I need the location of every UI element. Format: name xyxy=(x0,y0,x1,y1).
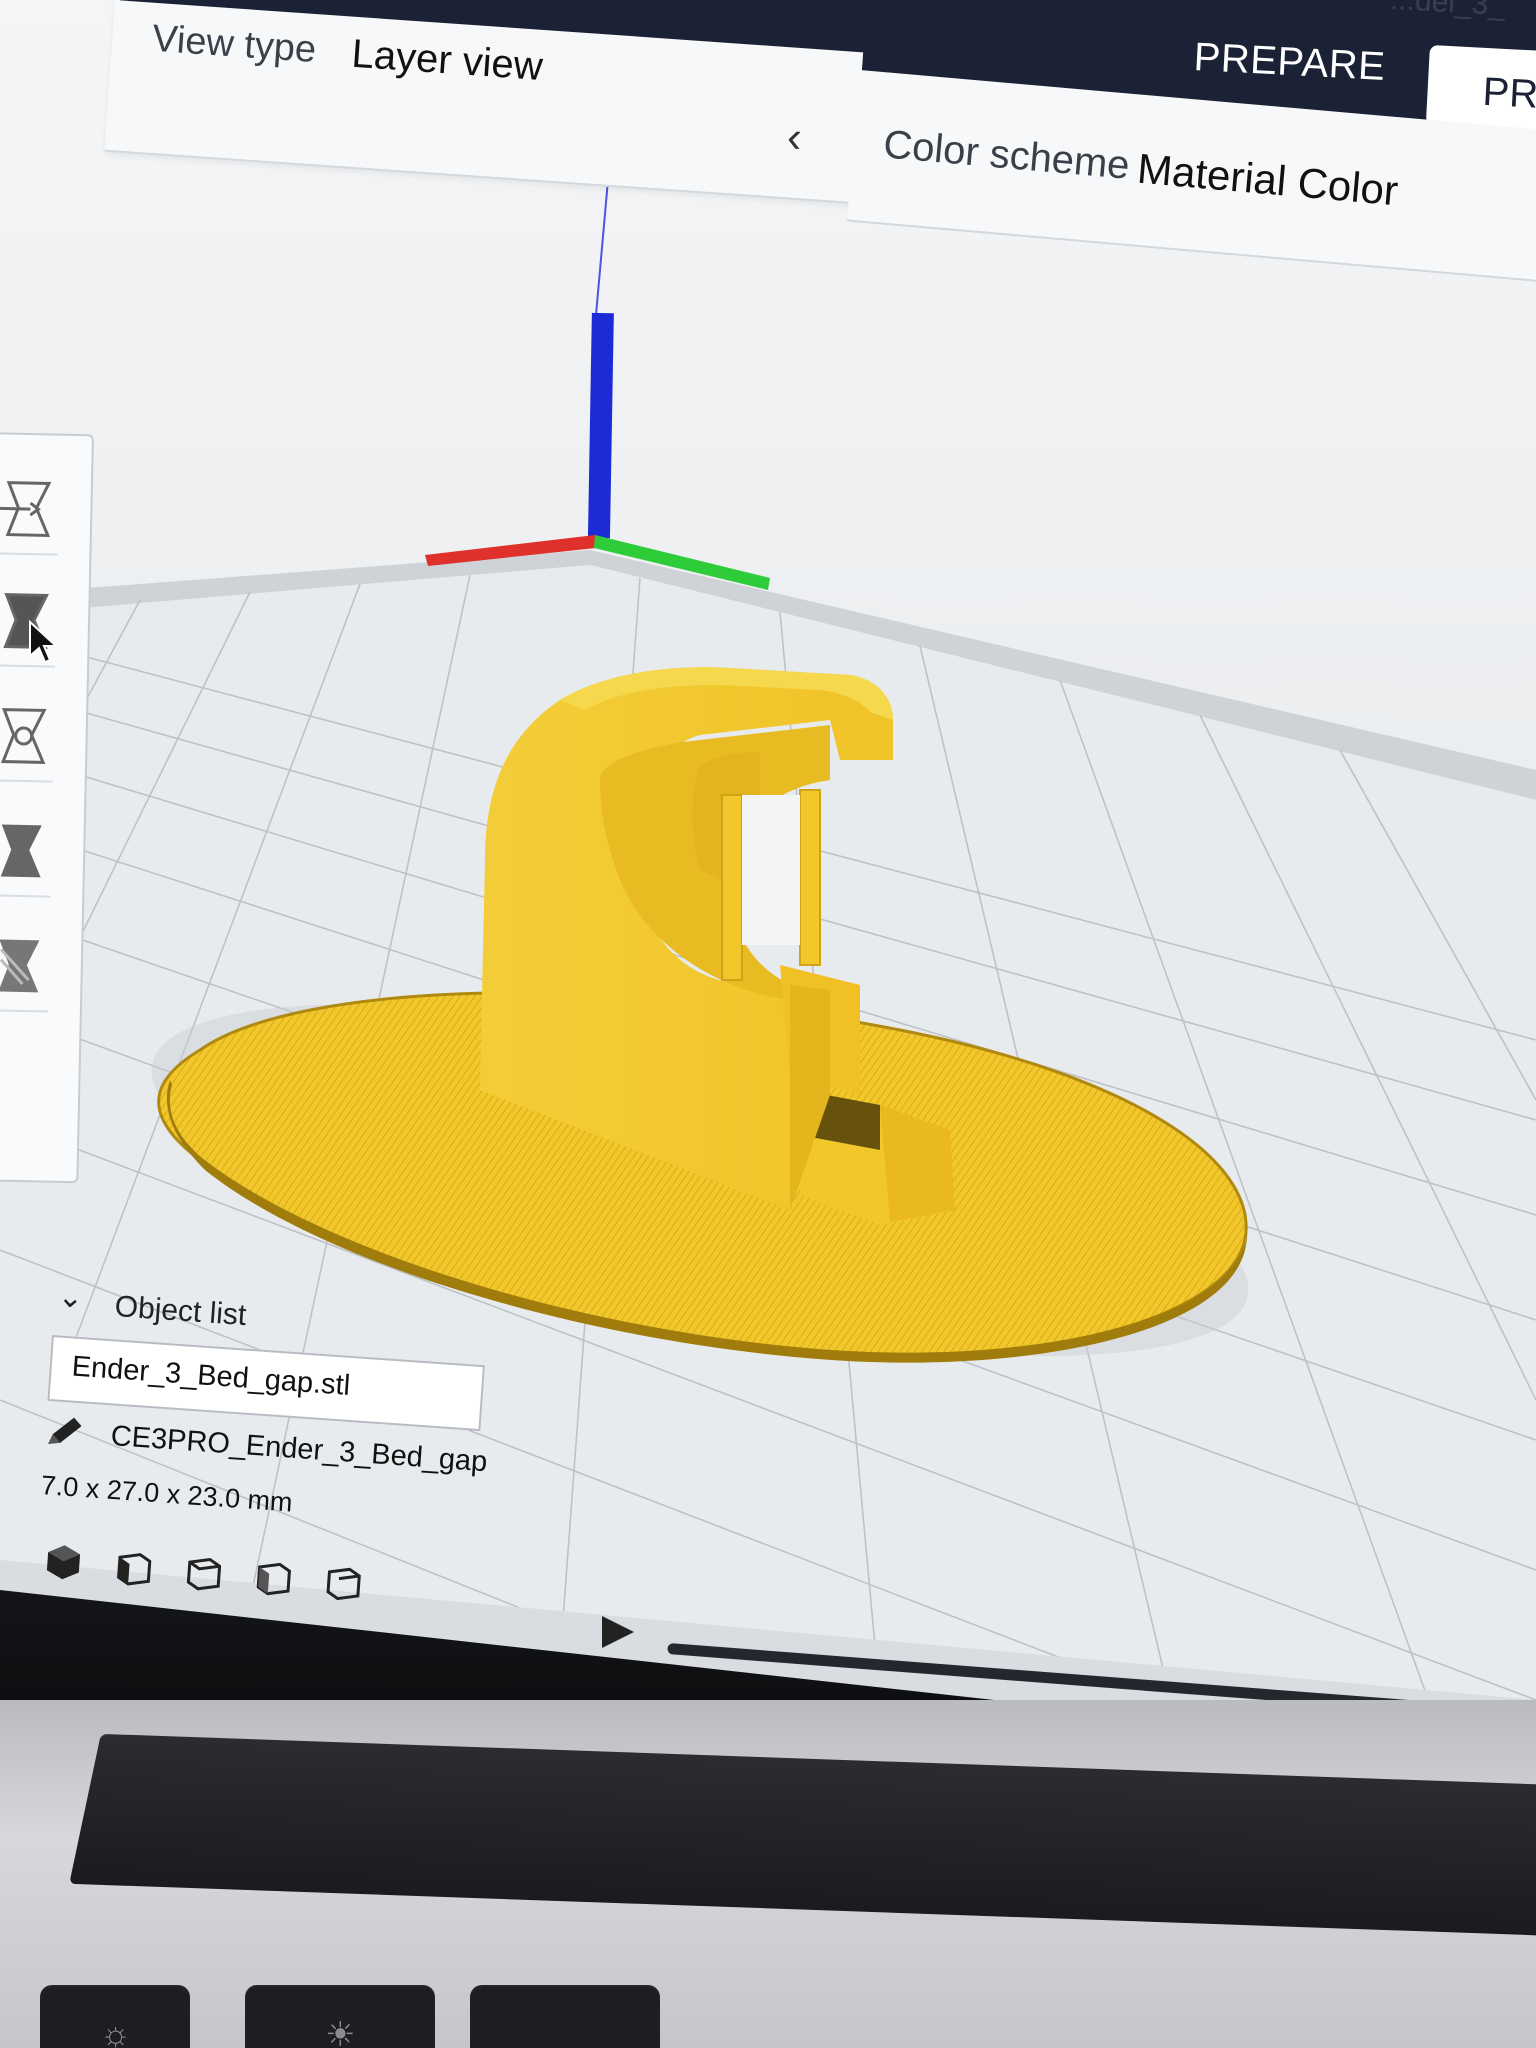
front-view-icon[interactable] xyxy=(112,1545,155,1588)
brightness-icon: ☼ xyxy=(100,2015,132,2048)
z-axis xyxy=(587,312,614,539)
color-scheme-dropdown[interactable]: Material Color xyxy=(1135,145,1400,216)
object-file-name: Ender_3_Bed_gap.stl xyxy=(70,1350,352,1402)
move-tool-icon[interactable] xyxy=(0,452,60,556)
brightness-up-icon: ☀ xyxy=(325,2016,356,2048)
stage-prepare-tab[interactable]: PREPARE xyxy=(1193,35,1387,90)
view-type-dropdown[interactable]: Layer view xyxy=(350,32,544,90)
stage-preview-tab[interactable]: PR xyxy=(1425,45,1536,130)
view-type-label: View type xyxy=(150,17,318,72)
photo-of-laptop-screen: ...del_3_ PREPARE PR View type Layer vie… xyxy=(0,0,1536,2048)
xyz-axes xyxy=(425,179,770,590)
chevron-down-icon[interactable]: ⌄ xyxy=(57,1279,85,1316)
model-post-right xyxy=(799,789,821,966)
color-scheme-label: Color scheme xyxy=(881,122,1132,188)
play-icon[interactable] xyxy=(598,1612,638,1652)
3d-view-icon[interactable] xyxy=(42,1540,85,1583)
rotate-tool-icon[interactable] xyxy=(0,679,55,783)
keyboard-key xyxy=(470,1985,660,2048)
top-view-icon[interactable] xyxy=(182,1550,225,1593)
left-view-icon[interactable] xyxy=(252,1555,295,1598)
z-axis-thin xyxy=(595,179,609,316)
keyboard-key: ☼ xyxy=(40,1985,190,2048)
chevron-left-icon[interactable]: ‹ xyxy=(785,112,803,163)
per-model-settings-icon[interactable] xyxy=(0,909,50,1013)
pencil-icon[interactable] xyxy=(44,1414,86,1453)
support-blocker-icon[interactable] xyxy=(0,1024,48,1125)
keyboard-key: ☀ xyxy=(245,1985,435,2048)
right-view-icon[interactable] xyxy=(322,1560,365,1603)
mouse-cursor-icon xyxy=(29,620,58,664)
mirror-tool-icon[interactable] xyxy=(0,794,53,898)
model-post-left xyxy=(721,794,743,981)
tool-toolbar xyxy=(0,432,94,1184)
window-title: ...del_3_ xyxy=(1389,0,1506,22)
